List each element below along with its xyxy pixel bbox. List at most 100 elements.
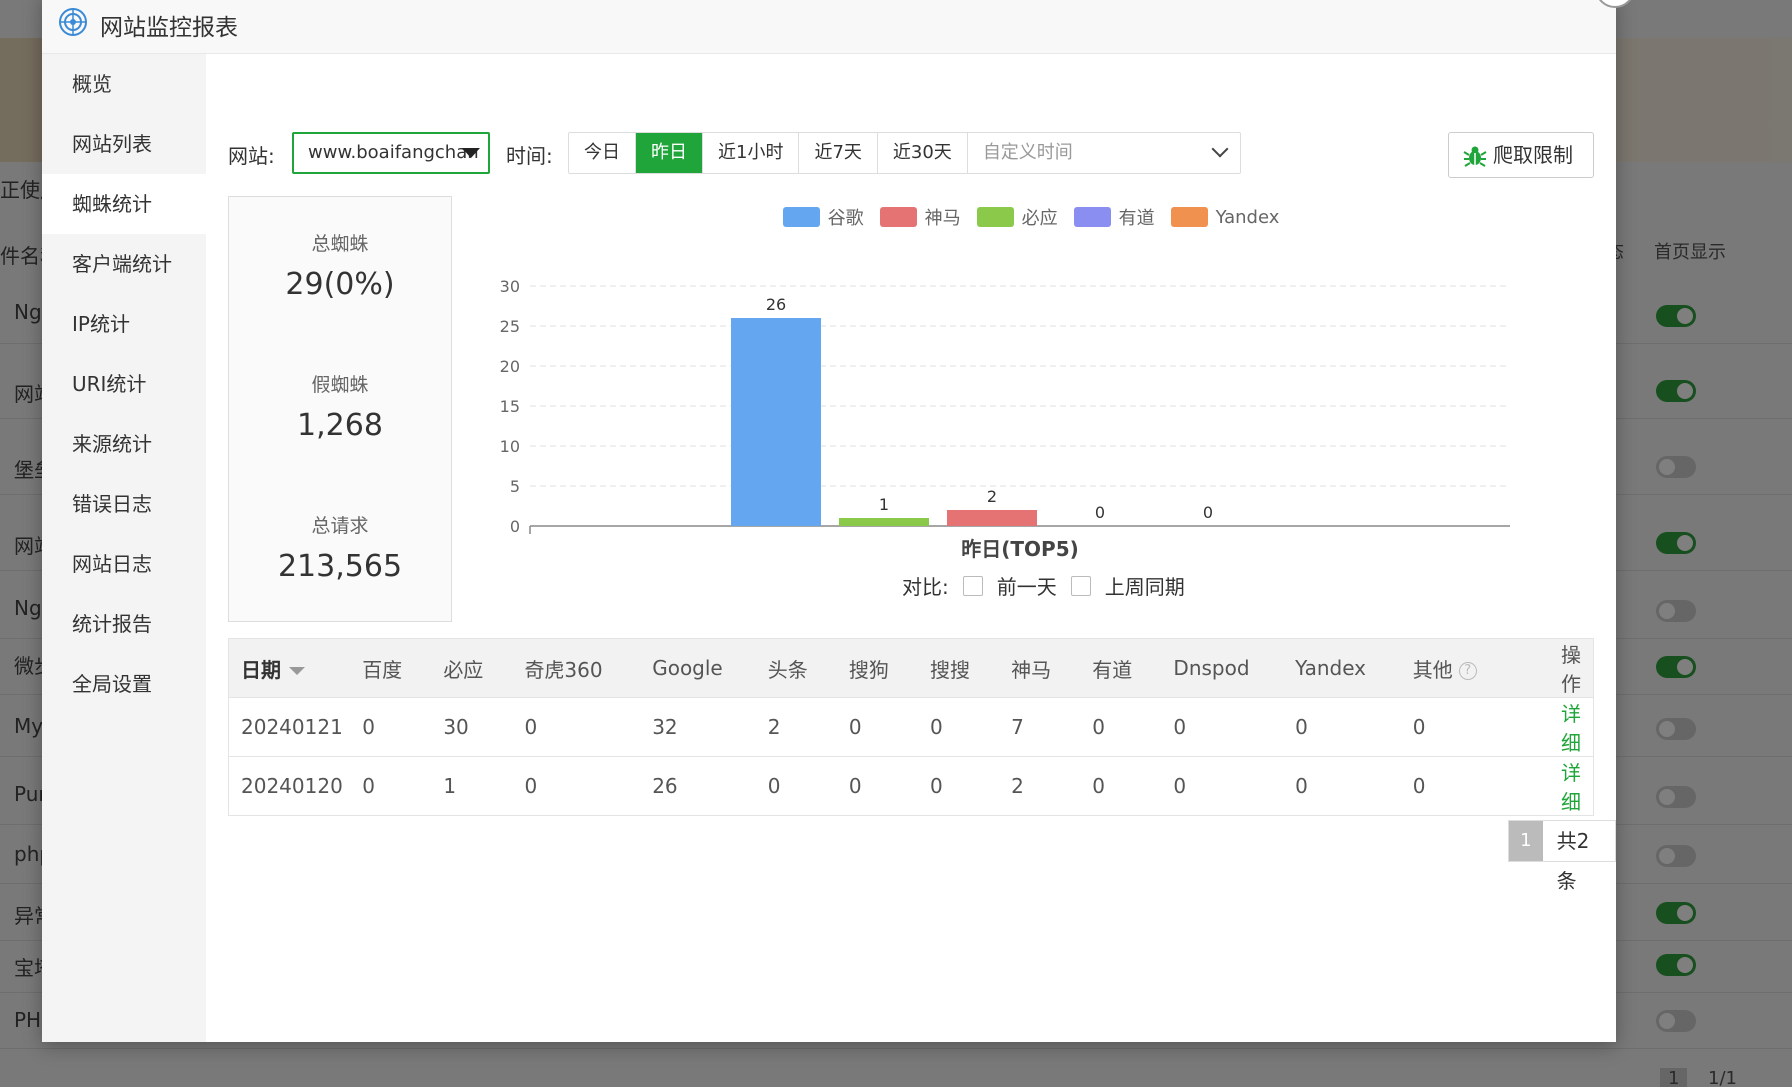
table-cell: 0 <box>1161 697 1284 757</box>
bar-必应 <box>839 518 929 526</box>
sidebar-item-global-settings[interactable]: 全局设置 <box>42 654 206 714</box>
column-header-label: 操作 <box>1561 643 1581 696</box>
table-cell: 0 <box>1283 756 1401 816</box>
last-week-label[interactable]: 上周同期 <box>1105 571 1185 600</box>
y-tick-label: 5 <box>510 477 520 496</box>
bar-谷歌 <box>731 318 821 526</box>
site-label: 网站: <box>228 144 275 168</box>
detail-link[interactable]: 详细 <box>1542 756 1594 816</box>
table-cell: 20240120 <box>228 756 351 816</box>
custom-time-picker[interactable]: 自定义时间 <box>968 133 1240 173</box>
table-row: 20240120 0 1 0 26 0 0 0 2 0 0 0 0 详细 <box>228 756 1594 816</box>
column-header: 必应 <box>431 638 513 698</box>
page-number-button[interactable]: 1 <box>1509 821 1543 861</box>
column-header-label: 搜搜 <box>930 657 971 682</box>
y-tick-label: 15 <box>500 397 520 416</box>
table-row: 20240121 0 30 0 32 2 0 0 7 0 0 0 0 详细 <box>228 697 1594 757</box>
y-tick-label: 30 <box>500 277 520 296</box>
total-spiders-value: 29(0%) <box>285 267 395 302</box>
detail-link[interactable]: 详细 <box>1542 697 1594 757</box>
bar-神马 <box>947 510 1037 526</box>
column-header[interactable]: 日期 <box>228 638 351 698</box>
sidebar-item-overview[interactable]: 概览 <box>42 54 206 114</box>
table-cell: 0 <box>836 756 919 816</box>
sidebar-item-stats-report[interactable]: 统计报告 <box>42 594 206 654</box>
column-header-label: Dnspod <box>1173 656 1250 680</box>
column-header-label: 头条 <box>767 657 808 682</box>
table-header-row: 日期 百度 必应 奇虎360 Google 头条 搜狗 搜搜 神马 有道 Dnspod Yandex 其… <box>228 638 1594 698</box>
table-cell: 26 <box>640 756 756 816</box>
compare-label: 对比: <box>902 575 949 599</box>
previous-day-label[interactable]: 前一天 <box>997 571 1057 600</box>
y-tick-label: 20 <box>500 357 520 376</box>
table-cell: 0 <box>350 756 432 816</box>
page-total-count: 共2条 <box>1556 829 1590 893</box>
table-cell: 32 <box>640 697 756 757</box>
table-cell: 0 <box>1400 697 1543 757</box>
sidebar-item-spider-stats[interactable]: 蜘蛛统计 <box>42 174 206 234</box>
column-header-label: 百度 <box>362 657 403 682</box>
crawl-limit-button[interactable]: 爬取限制 <box>1448 132 1594 178</box>
column-header: 搜狗 <box>836 638 919 698</box>
monitor-logo-icon <box>59 8 87 36</box>
column-header: Yandex <box>1283 638 1401 698</box>
time-today-button[interactable]: 今日 <box>569 133 636 173</box>
modal-header: 网站监控报表 <box>42 0 1616 54</box>
help-icon[interactable]: ? <box>1458 662 1477 680</box>
column-header: 搜搜 <box>918 638 1000 698</box>
y-tick-label: 0 <box>510 517 520 536</box>
sidebar-item-referer-stats[interactable]: 来源统计 <box>42 414 206 474</box>
table-cell: 0 <box>918 697 1000 757</box>
column-header: 百度 <box>350 638 432 698</box>
bug-icon <box>1463 146 1487 167</box>
custom-time-placeholder: 自定义时间 <box>982 142 1073 163</box>
site-select[interactable]: www.boaifangchan <box>292 132 490 174</box>
spider-summary-panel: 总蜘蛛 29(0%) 假蜘蛛 1,268 总请求 213,565 <box>228 196 452 622</box>
time-yesterday-button[interactable]: 昨日 <box>636 133 703 173</box>
table-cell: 7 <box>999 697 1081 757</box>
previous-day-checkbox[interactable] <box>962 575 983 596</box>
table-cell: 0 <box>755 756 837 816</box>
bar-value-label: 0 <box>1203 503 1213 522</box>
table-cell: 0 <box>836 697 919 757</box>
compare-row: 对比: 前一天 上周同期 <box>902 571 1185 600</box>
sort-down-icon[interactable] <box>289 667 305 675</box>
last-week-checkbox[interactable] <box>1070 575 1091 596</box>
table-cell: 30 <box>431 697 513 757</box>
total-requests-value: 213,565 <box>277 549 403 584</box>
column-header-label: 奇虎360 <box>524 657 603 682</box>
sidebar-item-site-log[interactable]: 网站日志 <box>42 534 206 594</box>
sidebar-item-uri-stats[interactable]: URI统计 <box>42 354 206 414</box>
time-last-hour-button[interactable]: 近1小时 <box>703 133 800 173</box>
site-select-value: www.boaifangchan <box>308 142 479 163</box>
crawl-limit-label: 爬取限制 <box>1493 143 1573 167</box>
time-7-days-button[interactable]: 近7天 <box>799 133 878 173</box>
sidebar-item-client-stats[interactable]: 客户端统计 <box>42 234 206 294</box>
total-requests-label: 总请求 <box>311 515 369 537</box>
chart-svg: 051015202530261 20 0昨日(TOP5) <box>500 277 1510 561</box>
bar-value-label: 26 <box>766 295 786 314</box>
table-cell: 2 <box>999 756 1081 816</box>
column-header-label: 搜狗 <box>848 657 889 682</box>
time-range-group: 今日 昨日 近1小时 近7天 近30天 自定义时间 <box>568 132 1241 174</box>
table-cell: 0 <box>1080 697 1162 757</box>
bar-value-label: 2 <box>987 487 997 506</box>
bar-value-label: 1 <box>879 495 889 514</box>
column-header: 操作 <box>1542 638 1594 698</box>
sidebar-item-site-list[interactable]: 网站列表 <box>42 114 206 174</box>
bar-value-label: 0 <box>1095 503 1105 522</box>
x-axis-label: 昨日(TOP5) <box>961 537 1079 561</box>
column-header: 有道 <box>1080 638 1162 698</box>
column-header-label: 必应 <box>443 657 484 682</box>
sidebar-item-ip-stats[interactable]: IP统计 <box>42 294 206 354</box>
sidebar-item-error-log[interactable]: 错误日志 <box>42 474 206 534</box>
column-header-label: 有道 <box>1092 657 1133 682</box>
caret-down-icon <box>462 148 480 158</box>
fake-spiders-label: 假蜘蛛 <box>311 374 369 396</box>
table-cell: 0 <box>512 697 641 757</box>
column-header: Dnspod <box>1161 638 1284 698</box>
column-header-label: Yandex <box>1295 656 1366 680</box>
modal-title: 网站监控报表 <box>100 15 238 41</box>
time-30-days-button[interactable]: 近30天 <box>878 133 968 173</box>
column-header-label: 其他 <box>1412 657 1453 682</box>
